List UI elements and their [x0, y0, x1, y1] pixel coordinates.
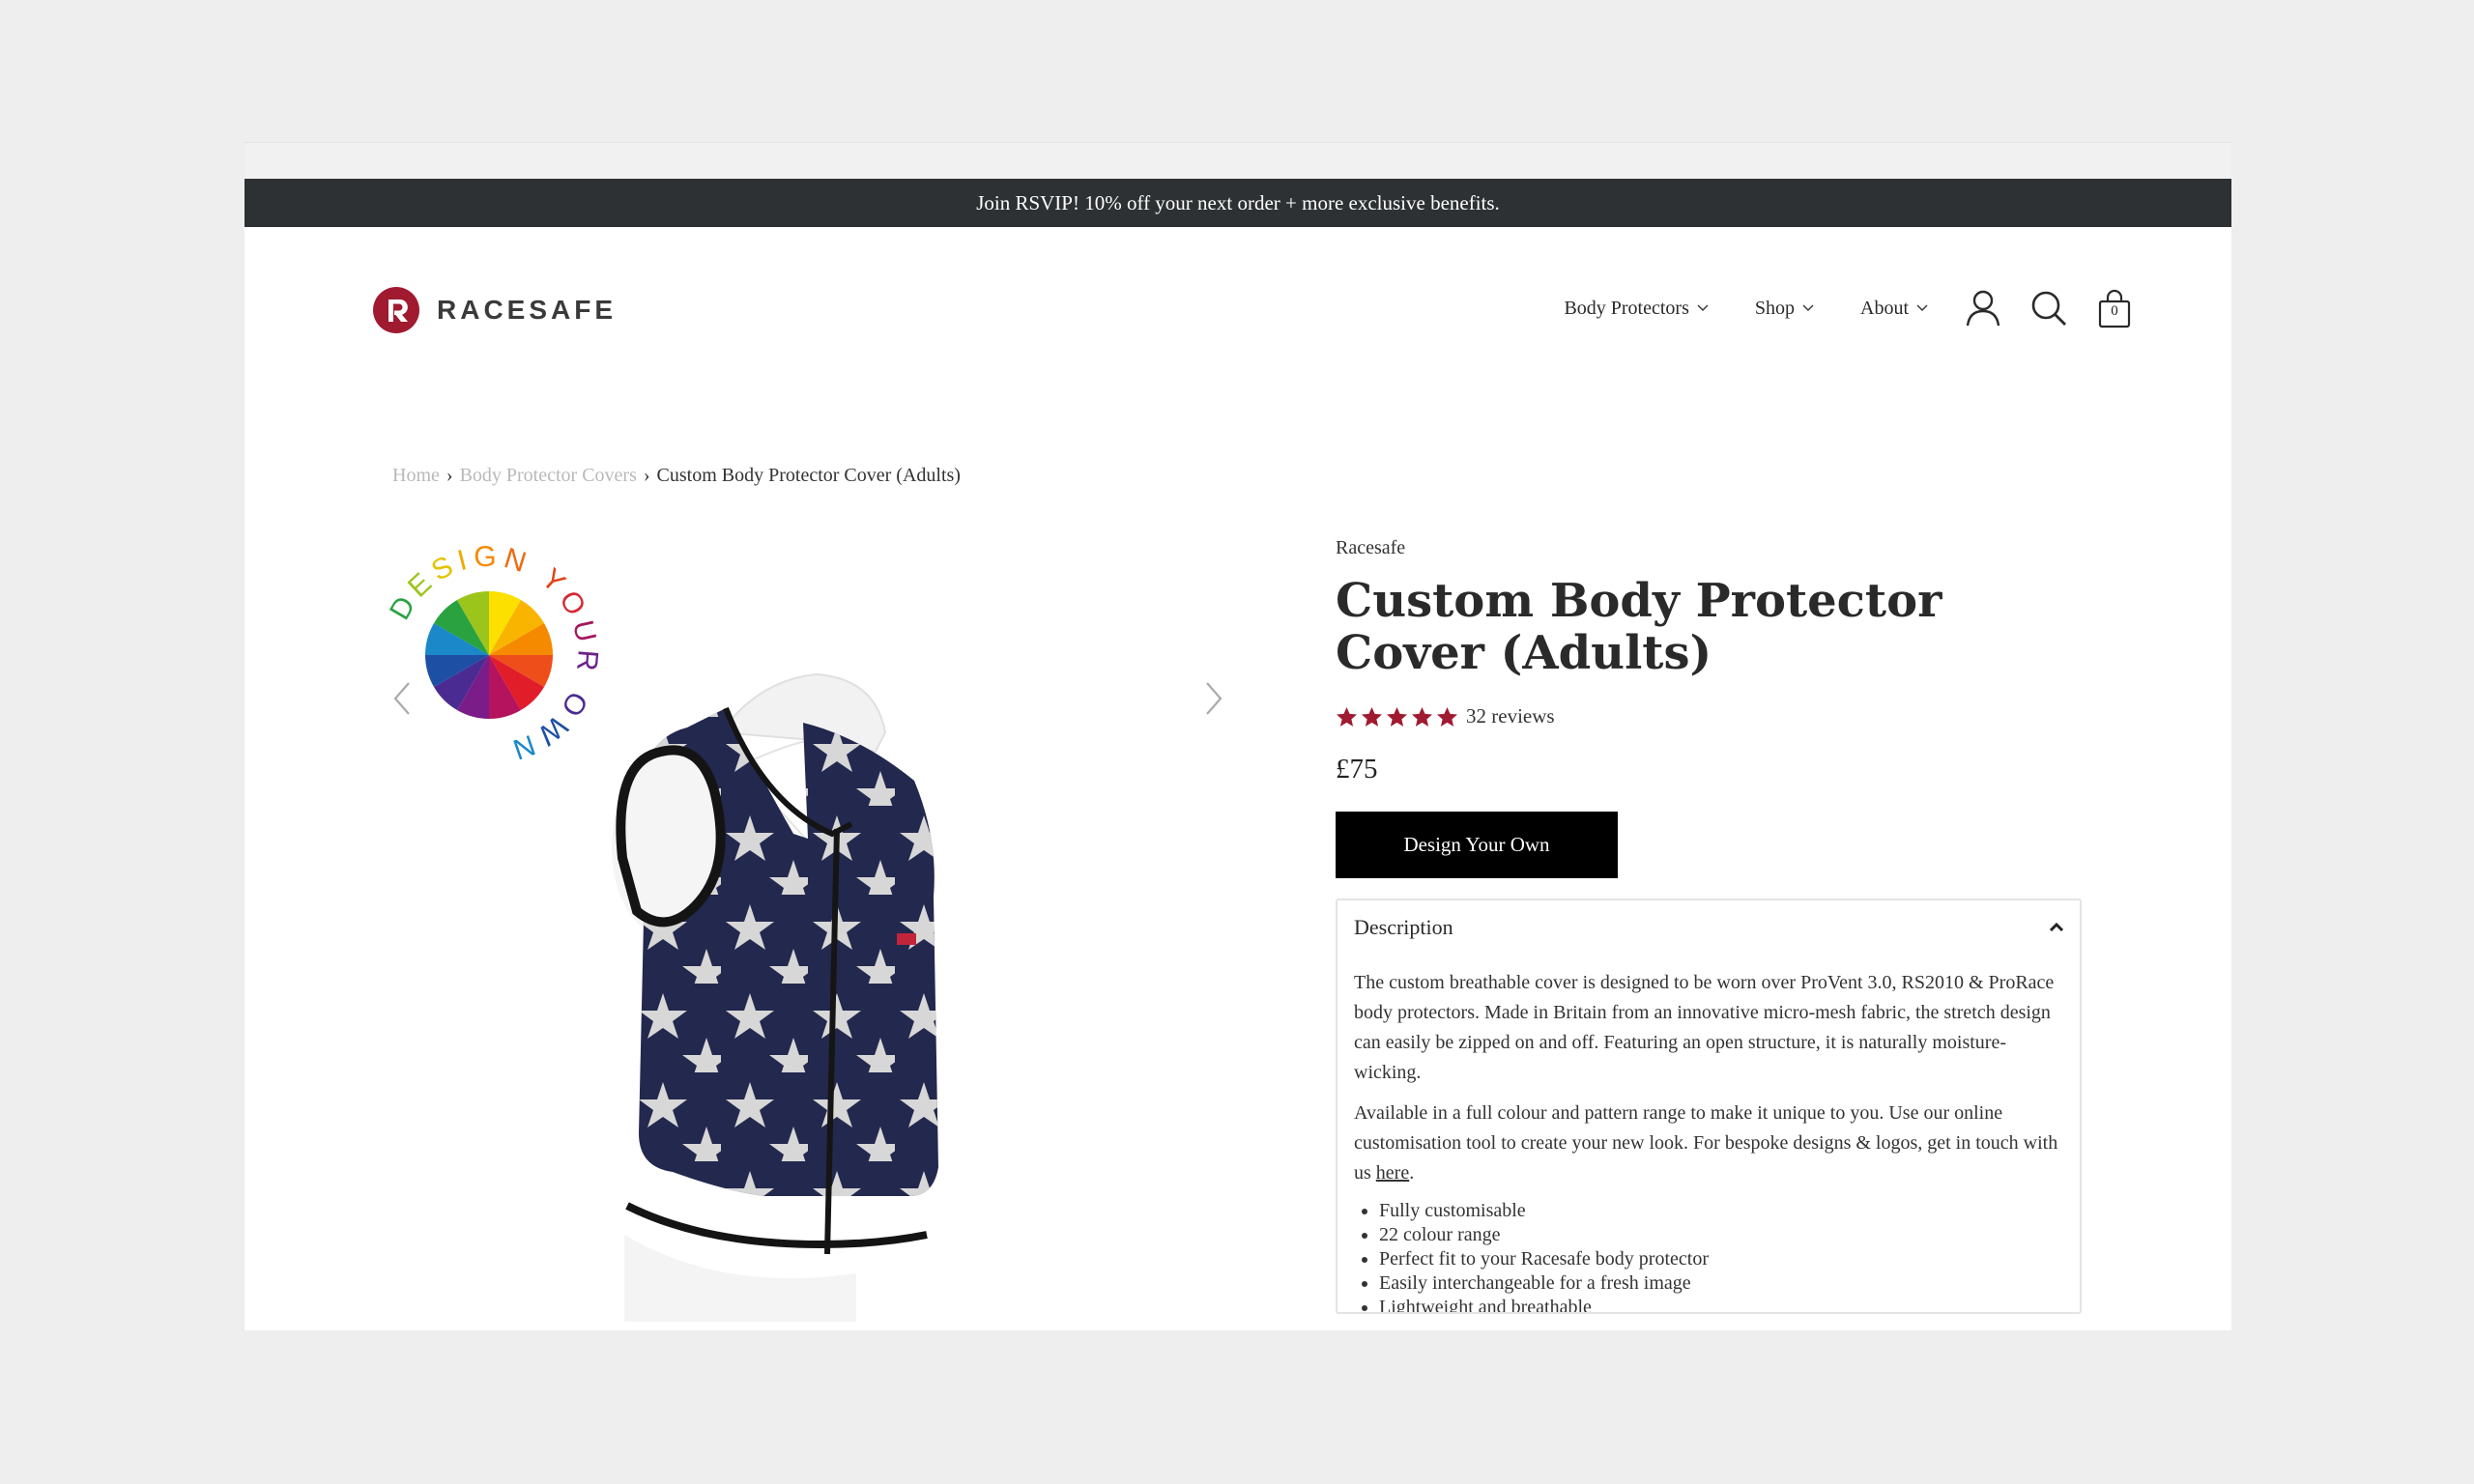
gallery-prev-button[interactable] [388, 679, 417, 718]
description-paragraph: The custom breathable cover is designed … [1354, 972, 2055, 1083]
cart-count: 0 [2111, 303, 2118, 319]
star-icon [1386, 706, 1408, 727]
site-header: RACESAFE Body Protectors Shop About 0 [245, 227, 2231, 382]
top-spacer [245, 143, 2231, 179]
description-accordion: Description The custom breathable cover … [1336, 899, 2082, 1314]
nav-label: About [1860, 297, 1909, 319]
nav-label: Body Protectors [1564, 297, 1689, 319]
chevron-down-icon [1916, 304, 1928, 311]
list-item: Perfect fit to your Racesafe body protec… [1354, 1247, 2063, 1271]
chevron-right-icon [1206, 682, 1223, 715]
design-your-own-button[interactable]: Design Your Own [1336, 812, 1618, 878]
star-icon [1361, 706, 1383, 727]
rating-stars [1336, 706, 1458, 728]
list-item: Fully customisable [1354, 1199, 2063, 1223]
description-body: The custom breathable cover is designed … [1338, 955, 2080, 1312]
breadcrumb-separator: › [446, 465, 453, 486]
nav-shop[interactable]: Shop [1755, 298, 1814, 320]
nav-body-protectors[interactable]: Body Protectors [1564, 297, 1709, 320]
review-count: 32 reviews [1466, 704, 1555, 728]
brand-name: RACESAFE [437, 295, 618, 325]
announcement-bar[interactable]: Join RSVIP! 10% off your next order + mo… [245, 179, 2231, 227]
description-heading: Description [1354, 915, 1453, 939]
contact-link[interactable]: here [1376, 1162, 1409, 1184]
breadcrumb-current: Custom Body Protector Cover (Adults) [656, 465, 961, 486]
account-button[interactable] [1963, 288, 2003, 328]
list-item: Lightweight and breathable [1354, 1296, 2063, 1312]
star-icon [1336, 706, 1358, 727]
chevron-down-icon [1802, 304, 1814, 311]
list-item: 22 colour range [1354, 1223, 2063, 1247]
search-icon [2031, 291, 2066, 326]
nav-about[interactable]: About [1860, 298, 1928, 320]
chevron-down-icon [1697, 304, 1709, 311]
product-rating[interactable]: 32 reviews [1336, 704, 2082, 728]
breadcrumb: Home › Body Protector Covers › Custom Bo… [392, 465, 961, 487]
chevron-up-icon [2049, 923, 2064, 932]
breadcrumb-home[interactable]: Home [392, 465, 440, 487]
gallery-next-button[interactable] [1199, 679, 1228, 718]
design-your-own-badge: DESIGN YOUR O WN [384, 541, 598, 767]
star-icon [1436, 706, 1458, 727]
product-info: Racesafe Custom Body Protector Cover (Ad… [1336, 537, 2082, 1314]
cart-button[interactable]: 0 [2094, 288, 2135, 328]
breadcrumb-collection[interactable]: Body Protector Covers [460, 465, 637, 487]
announcement-text: Join RSVIP! 10% off your next order + mo… [976, 190, 1500, 214]
page-frame: Join RSVIP! 10% off your next order + mo… [245, 142, 2231, 1330]
product-title: Custom Body Protector Cover (Adults) [1336, 574, 1942, 680]
feature-list: Fully customisable 22 colour range Perfe… [1354, 1199, 2063, 1312]
product-price: £75 [1336, 754, 1378, 785]
list-item: Easily interchangeable for a fresh image [1354, 1271, 2063, 1296]
nav-label: Shop [1754, 297, 1795, 319]
product-gallery[interactable]: DESIGN YOUR O WN [373, 539, 1243, 1330]
breadcrumb-separator: › [643, 465, 650, 486]
main-nav: Body Protectors Shop About 0 [1564, 287, 2135, 329]
brand-logo[interactable]: RACESAFE [373, 287, 617, 333]
description-toggle[interactable]: Description [1338, 900, 2080, 955]
product-vendor[interactable]: Racesafe [1336, 537, 2082, 559]
chevron-left-icon [393, 682, 410, 715]
racesafe-logo-icon [373, 287, 419, 333]
star-icon [1411, 706, 1433, 727]
user-icon [1966, 290, 2000, 327]
search-button[interactable] [2028, 288, 2069, 328]
description-paragraph: Available in a full colour and pattern r… [1354, 1102, 2058, 1184]
